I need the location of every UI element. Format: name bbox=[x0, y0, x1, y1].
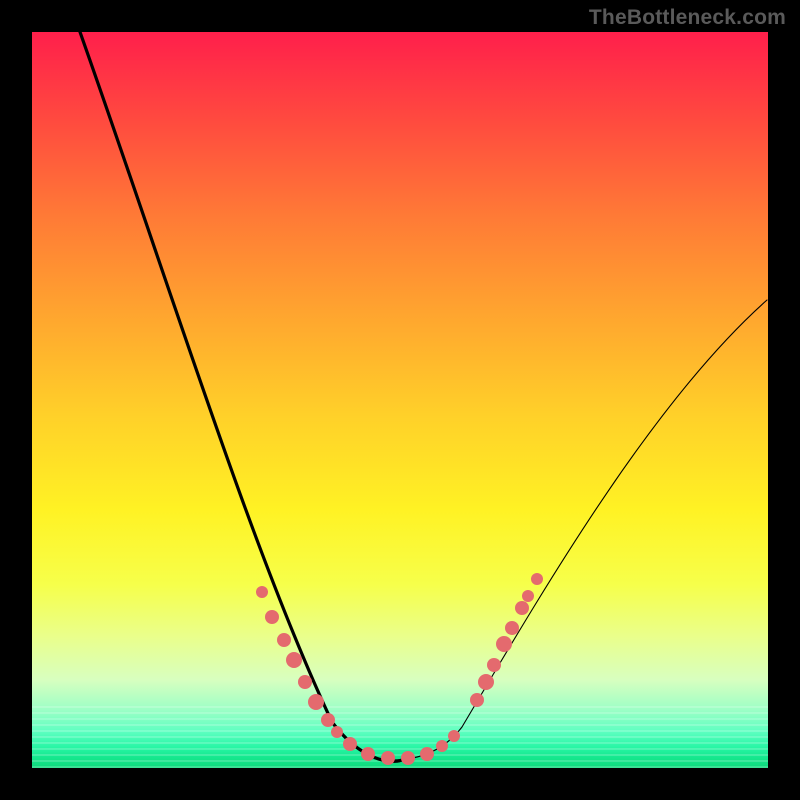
plot-area bbox=[32, 32, 768, 768]
gradient-band-bottom bbox=[32, 706, 768, 768]
watermark-text: TheBottleneck.com bbox=[589, 6, 786, 30]
